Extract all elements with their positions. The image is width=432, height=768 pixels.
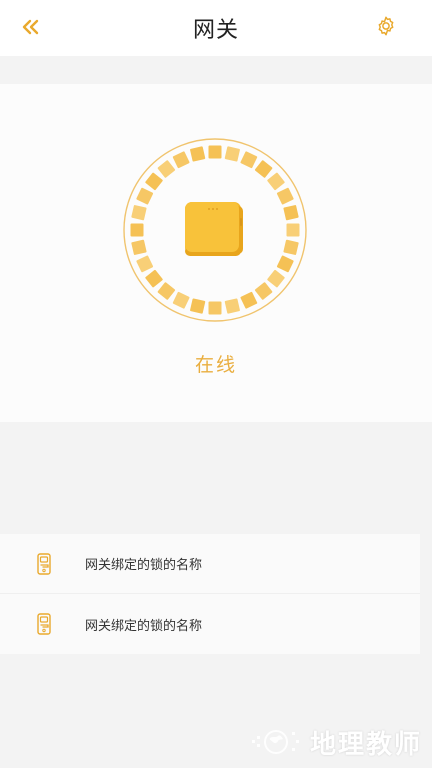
header-bar: 网关 bbox=[0, 0, 432, 56]
ring-tile bbox=[208, 145, 222, 159]
gateway-status-panel: 在线 bbox=[0, 84, 432, 422]
ring-tile bbox=[267, 269, 285, 288]
ring-tile bbox=[276, 187, 294, 205]
double-chevron-left-icon bbox=[22, 19, 39, 35]
back-button[interactable] bbox=[18, 14, 44, 40]
ring-tile bbox=[286, 223, 300, 237]
ring-tile bbox=[136, 187, 154, 205]
ring-tile bbox=[172, 151, 190, 169]
ring-tile bbox=[131, 205, 147, 221]
list-item[interactable]: 网关绑定的锁的名称 bbox=[0, 594, 420, 654]
ring-tile bbox=[224, 146, 240, 162]
ring-tile bbox=[276, 255, 294, 273]
ring-tile bbox=[145, 269, 163, 288]
gateway-device-icon bbox=[185, 202, 243, 256]
ring-tile bbox=[130, 223, 144, 237]
gateway-status-ring bbox=[121, 136, 309, 324]
ring-tile bbox=[254, 282, 273, 300]
door-lock-icon bbox=[33, 551, 55, 577]
watermark-logo-icon bbox=[251, 730, 299, 754]
ring-tile bbox=[208, 301, 222, 315]
ring-tile bbox=[172, 291, 190, 309]
bound-locks-list: 网关绑定的锁的名称 网关绑定的锁的名称 bbox=[0, 534, 420, 654]
ring-tile bbox=[190, 298, 206, 314]
page-title: 网关 bbox=[192, 18, 239, 43]
ring-tile bbox=[190, 146, 206, 162]
ring-tile bbox=[283, 239, 299, 255]
gateway-status-text: 在线 bbox=[194, 354, 237, 376]
door-lock-icon bbox=[33, 611, 55, 637]
lock-name-label: 网关绑定的锁的名称 bbox=[85, 558, 203, 573]
list-item[interactable]: 网关绑定的锁的名称 bbox=[0, 534, 420, 594]
ring-tile bbox=[240, 291, 258, 309]
ring-tile bbox=[240, 151, 258, 169]
lock-name-label: 网关绑定的锁的名称 bbox=[85, 618, 203, 634]
ring-tile bbox=[224, 298, 240, 314]
ring-tile bbox=[283, 205, 299, 221]
watermark: 地理教师 bbox=[248, 722, 422, 762]
ring-tile bbox=[136, 255, 154, 273]
settings-button[interactable] bbox=[374, 14, 398, 38]
watermark-text: 地理教师 bbox=[309, 729, 422, 760]
ring-tile bbox=[254, 160, 273, 178]
ring-tile bbox=[157, 282, 176, 300]
ring-tile bbox=[131, 239, 147, 255]
ring-tile bbox=[267, 172, 285, 191]
ring-tile bbox=[145, 172, 163, 191]
gear-icon bbox=[378, 16, 394, 36]
ring-tile bbox=[157, 160, 176, 178]
